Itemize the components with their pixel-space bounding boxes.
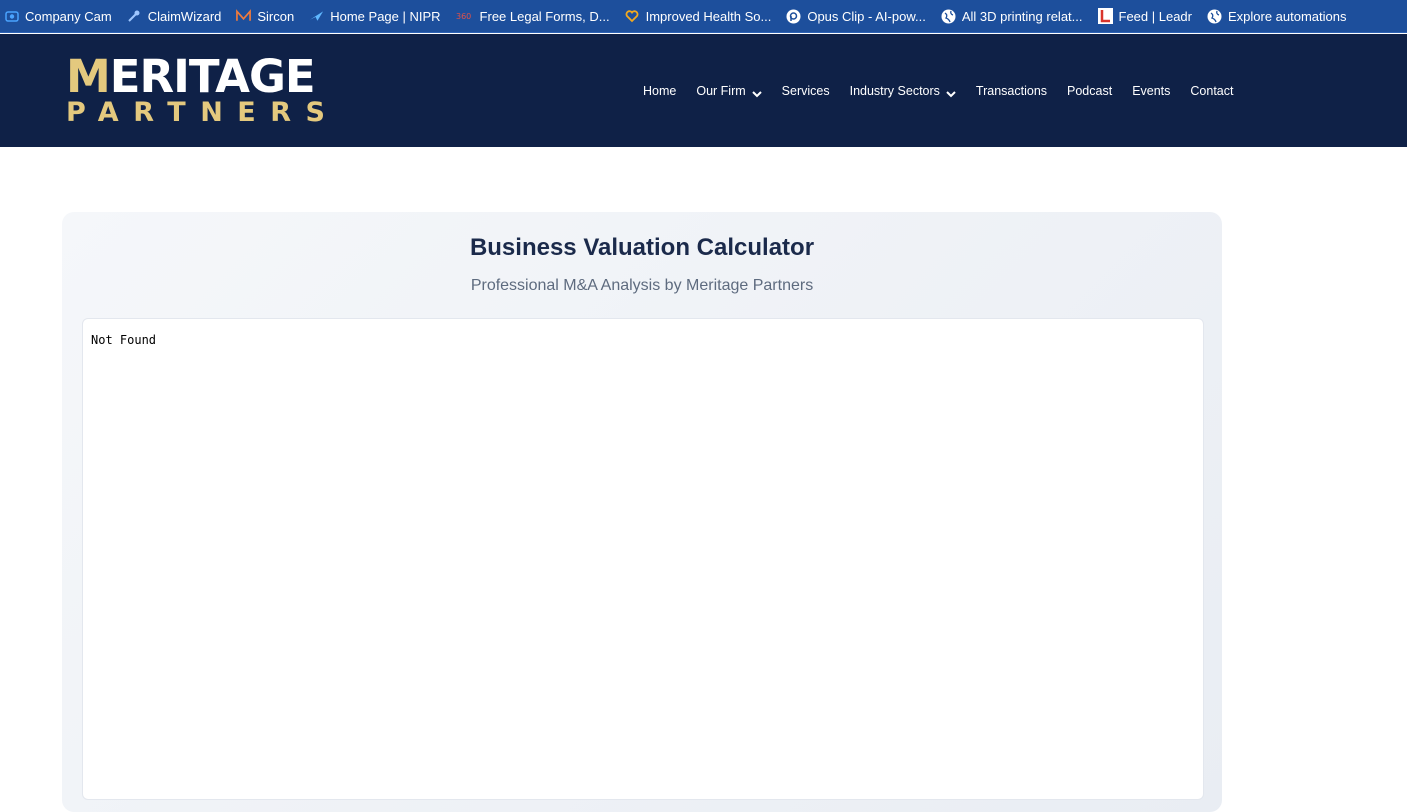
nav-our-firm[interactable]: Our Firm xyxy=(696,83,762,98)
nav-label: Services xyxy=(781,83,830,98)
bookmark-opus-clip[interactable]: Opus Clip - AI-pow... xyxy=(786,9,926,24)
bookmark-label: Company Cam xyxy=(25,8,112,24)
calculator-subtitle: Professional M&A Analysis by Meritage Pa… xyxy=(470,277,814,294)
bookmark-label: Sircon xyxy=(257,8,295,24)
bookmark-nipr[interactable]: Home Page | NIPR xyxy=(309,8,441,24)
bookmark-label: ClaimWizard xyxy=(147,8,222,24)
logo-line2: PARTNERS xyxy=(66,97,340,128)
bookmark-label: Opus Clip - AI-pow... xyxy=(807,8,926,24)
nav-label: Our Firm xyxy=(696,83,746,98)
bookmark-label: Improved Health So... xyxy=(645,8,772,24)
bookmark-leadr[interactable]: Feed | Leadr xyxy=(1097,8,1192,24)
site-header: MERITAGE PARTNERS Home Our Firm Services… xyxy=(0,34,1407,147)
main-nav: Home Our Firm Services Industry Sectors … xyxy=(643,34,1254,147)
leadr-icon xyxy=(1097,8,1113,24)
nav-transactions[interactable]: Transactions xyxy=(976,84,1047,98)
bookmark-3d-printing[interactable]: All 3D printing relat... xyxy=(941,9,1083,24)
bookmark-label: Home Page | NIPR xyxy=(330,8,441,24)
nav-label: Podcast xyxy=(1067,83,1113,98)
globe-icon xyxy=(1207,9,1222,24)
nav-services[interactable]: Services xyxy=(782,84,830,98)
logo-line1: ERITAGE xyxy=(109,50,316,103)
nav-label: Events xyxy=(1132,83,1171,98)
bookmark-sircon[interactable]: Sircon xyxy=(236,9,294,24)
bookmark-legal-forms[interactable]: 360 Free Legal Forms, D... xyxy=(456,9,610,24)
meritage-partners-logo[interactable]: MERITAGE PARTNERS xyxy=(66,54,328,127)
globe-icon xyxy=(941,9,956,24)
nav-label: Transactions xyxy=(975,83,1048,98)
chevron-down-icon xyxy=(946,87,956,98)
calculator-title: Business Valuation Calculator xyxy=(469,234,815,261)
legal-icon: 360 xyxy=(456,9,474,24)
calculator-embed-frame[interactable]: Not Found xyxy=(82,318,1204,800)
logo-wordmark: MERITAGE xyxy=(66,54,316,100)
nav-home[interactable]: Home xyxy=(643,84,676,98)
nav-label: Home xyxy=(643,83,677,98)
sircon-icon xyxy=(236,9,252,24)
nav-podcast[interactable]: Podcast xyxy=(1067,84,1112,98)
bookmark-improved-health[interactable]: Improved Health So... xyxy=(625,8,772,24)
bookmark-label: Explore automations xyxy=(1227,8,1347,24)
nav-label: Industry Sectors xyxy=(849,83,940,98)
wand-icon xyxy=(127,9,142,24)
bookmark-label: All 3D printing relat... xyxy=(961,8,1083,24)
nav-label: Contact xyxy=(1190,83,1234,98)
nav-events[interactable]: Events xyxy=(1132,84,1170,98)
plane-icon xyxy=(309,9,324,24)
bookmark-company-cam[interactable]: Company Cam xyxy=(4,9,112,24)
bookmark-label: Feed | Leadr xyxy=(1118,8,1192,24)
logo-m-mark: M xyxy=(66,50,111,103)
camera-icon xyxy=(4,9,19,24)
bookmark-explore-automations[interactable]: Explore automations xyxy=(1207,9,1347,24)
chevron-down-icon xyxy=(751,87,762,98)
svg-text:360: 360 xyxy=(456,12,471,21)
nav-industry-sectors[interactable]: Industry Sectors xyxy=(850,84,956,98)
valuation-calculator-card: Business Valuation Calculator Profession… xyxy=(62,212,1222,812)
opus-icon xyxy=(786,9,801,24)
nav-contact[interactable]: Contact xyxy=(1190,84,1233,98)
bookmarks-bar: Company Cam ClaimWizard Sircon Home Page… xyxy=(0,0,1407,33)
heart-icon xyxy=(625,9,640,24)
bookmark-label: Free Legal Forms, D... xyxy=(479,8,610,24)
embed-not-found-message: Not Found xyxy=(91,333,157,347)
bookmark-claimwizard[interactable]: ClaimWizard xyxy=(127,8,222,24)
